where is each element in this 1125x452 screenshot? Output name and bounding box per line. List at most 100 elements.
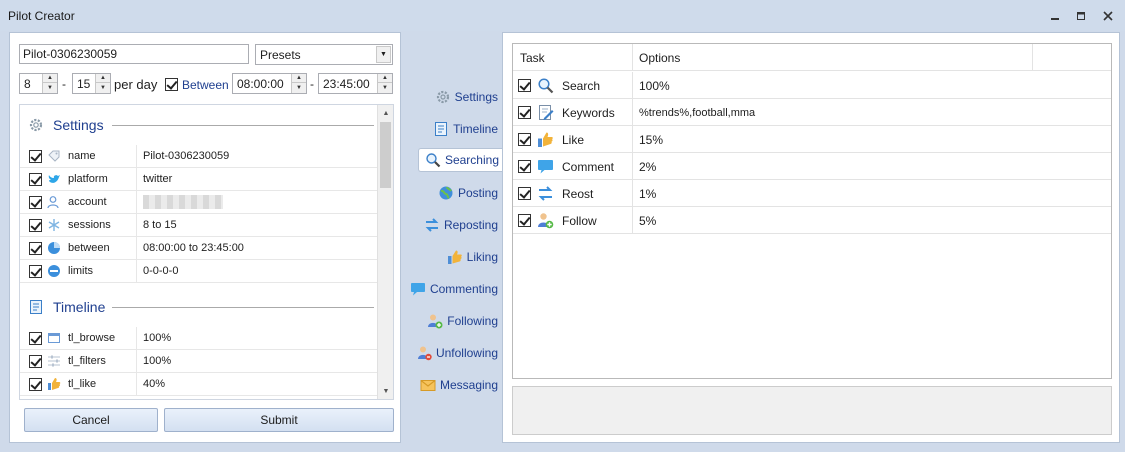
spin-down-icon[interactable]: ▼ bbox=[292, 83, 306, 92]
filter-sliders-icon bbox=[47, 354, 61, 368]
nav-item-posting[interactable]: Posting bbox=[404, 181, 502, 205]
task-checkbox[interactable] bbox=[518, 106, 531, 119]
submit-button[interactable]: Submit bbox=[164, 408, 394, 432]
chevron-down-icon[interactable]: ▼ bbox=[376, 46, 391, 63]
scroll-down-icon[interactable]: ▼ bbox=[378, 383, 393, 399]
column-header-task[interactable]: Task bbox=[520, 51, 545, 65]
settings-row-tl-like[interactable]: tl_like 40% bbox=[20, 373, 380, 396]
task-checkbox[interactable] bbox=[518, 160, 531, 173]
nav-item-following[interactable]: Following bbox=[404, 309, 502, 333]
nav-item-reposting[interactable]: Reposting bbox=[404, 213, 502, 237]
sessions-min-stepper[interactable]: 8 ▲ ▼ bbox=[19, 73, 58, 94]
nav-label: Messaging bbox=[439, 378, 498, 392]
scroll-up-icon[interactable]: ▲ bbox=[378, 105, 393, 121]
spin-up-icon[interactable]: ▲ bbox=[43, 74, 57, 83]
row-checkbox[interactable] bbox=[29, 219, 42, 232]
column-divider bbox=[632, 153, 633, 180]
row-key: platform bbox=[68, 173, 108, 185]
nav-item-timeline[interactable]: Timeline bbox=[404, 117, 502, 141]
task-checkbox[interactable] bbox=[518, 187, 531, 200]
row-value: twitter bbox=[143, 173, 173, 185]
minimize-icon bbox=[1051, 18, 1059, 20]
row-checkbox[interactable] bbox=[29, 265, 42, 278]
column-divider bbox=[632, 126, 633, 153]
row-checkbox[interactable] bbox=[29, 173, 42, 186]
task-grid[interactable]: Task Options Search 100% Keywords %trend… bbox=[512, 43, 1112, 379]
task-row-keywords[interactable]: Keywords %trends%,football,mma bbox=[513, 99, 1111, 126]
sessions-max-stepper[interactable]: 15 ▲ ▼ bbox=[72, 73, 111, 94]
presets-dropdown[interactable]: Presets ▼ bbox=[255, 44, 393, 65]
task-name: Keywords bbox=[562, 106, 615, 120]
row-checkbox[interactable] bbox=[29, 355, 42, 368]
row-value: 100% bbox=[143, 332, 172, 344]
task-options[interactable]: 15% bbox=[639, 133, 663, 147]
spin-up-icon[interactable]: ▲ bbox=[292, 74, 306, 83]
repost-arrows-icon bbox=[537, 185, 554, 202]
maximize-button[interactable] bbox=[1073, 8, 1089, 24]
nav-item-searching[interactable]: Searching bbox=[418, 148, 503, 172]
time-start-stepper[interactable]: 08:00:00 ▲ ▼ bbox=[232, 73, 307, 94]
settings-row-limits[interactable]: limits 0-0-0-0 bbox=[20, 260, 380, 283]
document-icon bbox=[433, 121, 449, 137]
settings-row-name[interactable]: name Pilot-0306230059 bbox=[20, 145, 380, 168]
spin-down-icon[interactable]: ▼ bbox=[96, 83, 110, 92]
cancel-button[interactable]: Cancel bbox=[24, 408, 158, 432]
task-row-comment[interactable]: Comment 2% bbox=[513, 153, 1111, 180]
spin-down-icon[interactable]: ▼ bbox=[43, 83, 57, 92]
nav-item-liking[interactable]: Liking bbox=[404, 245, 502, 269]
section-divider bbox=[112, 125, 374, 126]
row-checkbox[interactable] bbox=[29, 378, 42, 391]
scrollbar-thumb[interactable] bbox=[380, 122, 391, 188]
row-checkbox[interactable] bbox=[29, 332, 42, 345]
speech-bubble-icon bbox=[410, 281, 426, 297]
spin-up-icon[interactable]: ▲ bbox=[96, 74, 110, 83]
column-divider bbox=[632, 44, 633, 70]
settings-list-scrollbar[interactable]: ▲ ▼ bbox=[377, 105, 393, 399]
task-row-like[interactable]: Like 15% bbox=[513, 126, 1111, 153]
nav-item-settings[interactable]: Settings bbox=[404, 85, 502, 109]
time-end-stepper[interactable]: 23:45:00 ▲ ▼ bbox=[318, 73, 393, 94]
settings-row-tl-filters[interactable]: tl_filters 100% bbox=[20, 350, 380, 373]
spin-up-icon[interactable]: ▲ bbox=[378, 74, 392, 83]
task-options[interactable]: 1% bbox=[639, 187, 656, 201]
section-divider bbox=[112, 307, 374, 308]
task-checkbox[interactable] bbox=[518, 79, 531, 92]
column-divider bbox=[136, 260, 137, 283]
task-options[interactable]: 5% bbox=[639, 214, 656, 228]
row-value: 0-0-0-0 bbox=[143, 265, 179, 277]
column-header-options[interactable]: Options bbox=[639, 51, 680, 65]
settings-row-account[interactable]: account bbox=[20, 191, 380, 214]
row-checkbox[interactable] bbox=[29, 150, 42, 163]
task-row-repost[interactable]: Reost 1% bbox=[513, 180, 1111, 207]
nav-item-unfollowing[interactable]: Unfollowing bbox=[404, 341, 502, 365]
settings-row-platform[interactable]: platform twitter bbox=[20, 168, 380, 191]
task-checkbox[interactable] bbox=[518, 214, 531, 227]
presets-selected: Presets bbox=[260, 48, 301, 62]
task-options[interactable]: 2% bbox=[639, 160, 656, 174]
gear-icon bbox=[435, 89, 451, 105]
pilot-settings-list[interactable]: Settings name Pilot-0306230059 platform … bbox=[19, 104, 394, 400]
pilot-settings-panel: Pilot-0306230059 Presets ▼ 8 ▲ ▼ - 15 ▲ ▼ … bbox=[9, 32, 401, 443]
globe-icon bbox=[438, 185, 454, 201]
close-button[interactable] bbox=[1100, 8, 1116, 24]
column-divider bbox=[136, 350, 137, 373]
row-value: 08:00:00 to 23:45:00 bbox=[143, 242, 244, 254]
task-row-search[interactable]: Search 100% bbox=[513, 72, 1111, 99]
task-options[interactable]: %trends%,football,mma bbox=[639, 107, 755, 119]
settings-row-between[interactable]: between 08:00:00 to 23:45:00 bbox=[20, 237, 380, 260]
task-checkbox[interactable] bbox=[518, 133, 531, 146]
between-checkbox[interactable] bbox=[165, 78, 178, 91]
row-checkbox[interactable] bbox=[29, 242, 42, 255]
minimize-button[interactable] bbox=[1047, 8, 1063, 24]
settings-row-tl-browse[interactable]: tl_browse 100% bbox=[20, 327, 380, 350]
task-row-follow[interactable]: Follow 5% bbox=[513, 207, 1111, 234]
nav-item-commenting[interactable]: Commenting bbox=[404, 277, 502, 301]
row-checkbox[interactable] bbox=[29, 196, 42, 209]
settings-row-sessions[interactable]: sessions 8 to 15 bbox=[20, 214, 380, 237]
spin-down-icon[interactable]: ▼ bbox=[378, 83, 392, 92]
close-icon bbox=[1103, 11, 1113, 21]
nav-item-messaging[interactable]: Messaging bbox=[404, 373, 502, 397]
pilot-name-input[interactable]: Pilot-0306230059 bbox=[19, 44, 249, 64]
task-options[interactable]: 100% bbox=[639, 79, 670, 93]
section-header-timeline: Timeline bbox=[20, 292, 380, 322]
